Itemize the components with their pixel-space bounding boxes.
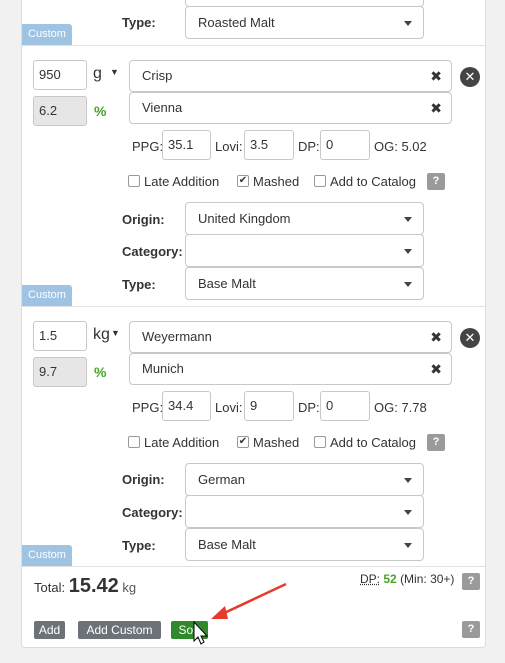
- arrow-head: [211, 606, 228, 619]
- arrow-line: [219, 582, 287, 617]
- annotation-arrow: [193, 582, 287, 645]
- mouse-cursor-icon: [193, 620, 209, 645]
